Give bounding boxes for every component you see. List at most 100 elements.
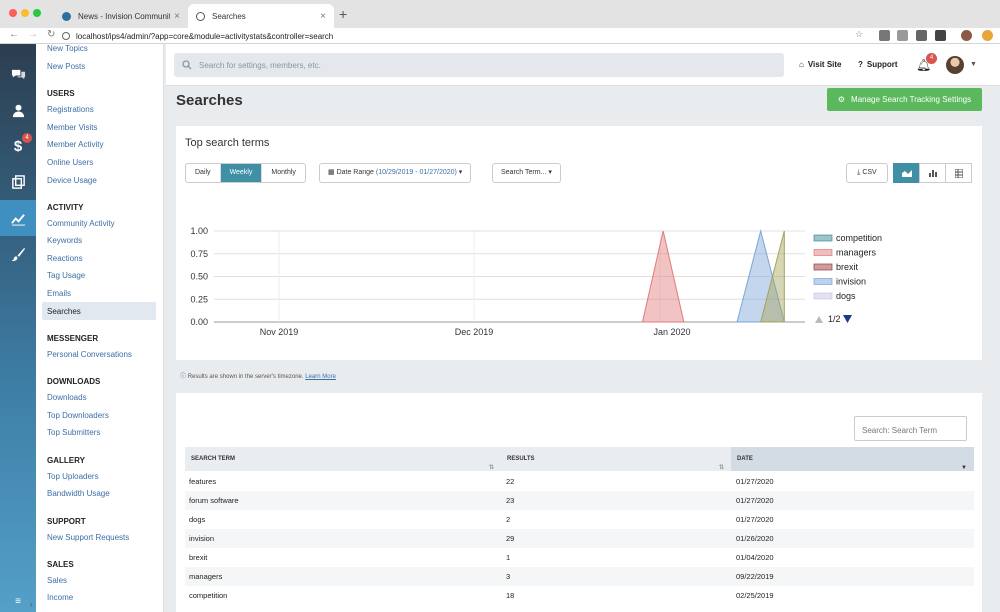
- user-avatar[interactable]: [946, 56, 964, 74]
- sidebar-item-personal-conversations[interactable]: Personal Conversations: [47, 350, 132, 359]
- nav-customization[interactable]: [0, 236, 36, 272]
- sidebar-heading-gallery: GALLERY: [47, 456, 85, 465]
- area-chart-view-button[interactable]: [893, 163, 920, 183]
- admin-search-input[interactable]: Search for settings, members, etc.: [174, 53, 784, 77]
- cell-results: 29: [506, 534, 515, 543]
- column-header-date[interactable]: DATE ▼: [731, 447, 974, 471]
- extension-icon[interactable]: [916, 30, 927, 41]
- sidebar-item-reactions[interactable]: Reactions: [47, 254, 83, 263]
- manage-search-tracking-button[interactable]: ⚙ Manage Search Tracking Settings: [827, 88, 982, 111]
- chat-bubbles-icon: [11, 69, 25, 79]
- sidebar-item-member-activity[interactable]: Member Activity: [47, 140, 103, 149]
- csv-download-button[interactable]: ⤓ CSV: [846, 163, 888, 183]
- weekly-button[interactable]: Weekly: [220, 164, 263, 182]
- sidebar-item-income[interactable]: Income: [47, 593, 73, 602]
- nav-stats[interactable]: [0, 200, 36, 236]
- gear-icon: ⚙: [837, 95, 846, 104]
- panel-title: Top search terms: [185, 137, 270, 149]
- sidebar-item-tag-usage[interactable]: Tag Usage: [47, 271, 85, 280]
- invision-favicon-icon: [62, 11, 71, 21]
- legend-next-icon[interactable]: [843, 315, 852, 323]
- sidebar-item-device-usage[interactable]: Device Usage: [47, 176, 97, 185]
- nav-content[interactable]: [0, 164, 36, 200]
- sidebar-item-new-topics[interactable]: New Topics: [47, 44, 88, 53]
- y-tick-label: 0.75: [190, 249, 208, 259]
- nav-members[interactable]: [0, 92, 36, 128]
- sidebar-item-top-submitters[interactable]: Top Submitters: [47, 428, 100, 437]
- maximize-window-button[interactable]: [33, 9, 41, 17]
- table-icon: [954, 168, 963, 178]
- table-header: SEARCH TERM ⇅ RESULTS ⇅ DATE ▼: [185, 447, 974, 471]
- extension-icon[interactable]: [897, 30, 908, 41]
- cell-search-term: features: [189, 477, 217, 486]
- daily-button[interactable]: Daily: [186, 164, 221, 182]
- extension-icon[interactable]: [935, 30, 946, 41]
- browser-tab-strip: News - Invision Community × Searches × +: [0, 0, 1000, 28]
- table-row: brexit 1 01/04/2020: [185, 548, 974, 567]
- nav-commerce[interactable]: $ 4: [0, 128, 36, 164]
- browser-tab-searches[interactable]: Searches ×: [188, 4, 334, 28]
- sidebar-item-top-downloaders[interactable]: Top Downloaders: [47, 411, 109, 420]
- browser-tab-news[interactable]: News - Invision Community ×: [54, 4, 188, 28]
- sidebar-item-downloads[interactable]: Downloads: [47, 393, 87, 402]
- notification-count-badge: 4: [926, 53, 937, 64]
- sidebar-item-bandwidth-usage[interactable]: Bandwidth Usage: [47, 489, 110, 498]
- bar-chart-icon: [928, 170, 937, 177]
- tab-title: Searches: [212, 11, 246, 21]
- collapse-sidebar-icon[interactable]: ‹: [30, 600, 33, 609]
- sidebar-item-new-support-requests[interactable]: New Support Requests: [47, 533, 129, 542]
- bar-chart-view-button[interactable]: [919, 163, 946, 183]
- sidebar-item-sales[interactable]: Sales: [47, 576, 67, 585]
- sidebar-heading-users: USERS: [47, 89, 75, 98]
- search-terms-area-chart: 0.00 0.25 0.50 0.75 1.00 Nov 2019 Dec 2019 Jan …: [190, 226, 882, 337]
- extension-icon[interactable]: [879, 30, 890, 41]
- sidebar-item-online-users[interactable]: Online Users: [47, 158, 93, 167]
- date-range-dropdown[interactable]: ▦ Date Range (10/29/2019 - 01/27/2020) ▾: [319, 163, 472, 183]
- url-field[interactable]: localhost/ips4/admin/?app=core&module=ac…: [62, 29, 882, 43]
- table-row: features 22 01/27/2020: [185, 472, 974, 491]
- chevron-down-icon[interactable]: ▼: [970, 61, 977, 68]
- table-search-input[interactable]: Search: Search Term: [854, 416, 967, 441]
- close-tab-icon[interactable]: ×: [320, 11, 326, 22]
- sidebar-item-keywords[interactable]: Keywords: [47, 236, 82, 245]
- column-header-results[interactable]: RESULTS ⇅: [501, 447, 731, 471]
- cell-date: 01/04/2020: [736, 553, 774, 562]
- caret-down-icon: ▾: [458, 169, 463, 176]
- extension-icon[interactable]: [982, 30, 993, 41]
- reload-icon[interactable]: ↻: [47, 29, 55, 40]
- legend-swatch: [813, 278, 833, 285]
- sidebar-item-community-activity[interactable]: Community Activity: [47, 219, 115, 228]
- column-header-search-term[interactable]: SEARCH TERM ⇅: [185, 447, 501, 471]
- sidebar-item-searches[interactable]: Searches: [47, 307, 81, 316]
- learn-more-link[interactable]: Learn More: [305, 374, 336, 380]
- x-tick-label: Dec 2019: [455, 327, 494, 337]
- table-view-button[interactable]: [945, 163, 972, 183]
- sidebar-item-member-visits[interactable]: Member Visits: [47, 123, 98, 132]
- legend-swatch: [813, 249, 833, 256]
- sidebar-item-emails[interactable]: Emails: [47, 289, 71, 298]
- sidebar-item-new-posts[interactable]: New Posts: [47, 62, 85, 71]
- close-window-button[interactable]: [9, 9, 17, 17]
- back-arrow-icon[interactable]: ←: [9, 29, 19, 40]
- table-row: invision 29 01/26/2020: [185, 529, 974, 548]
- search-term-dropdown[interactable]: Search Term... ▾: [492, 163, 561, 183]
- support-label: Support: [866, 60, 898, 69]
- support-link[interactable]: ? Support: [858, 60, 898, 69]
- visit-site-link[interactable]: ⌂ Visit Site: [799, 60, 842, 69]
- y-tick-label: 0.50: [190, 272, 208, 282]
- cell-date: 01/26/2020: [736, 534, 774, 543]
- minimize-window-button[interactable]: [21, 9, 29, 17]
- copy-pages-icon: [11, 174, 25, 189]
- nav-community[interactable]: [0, 56, 36, 92]
- monthly-button[interactable]: Monthly: [262, 164, 305, 182]
- bookmark-star-icon[interactable]: ☆: [855, 29, 863, 40]
- profile-avatar-icon[interactable]: [961, 30, 972, 41]
- sidebar-item-registrations[interactable]: Registrations: [47, 105, 94, 114]
- table-row: managers 3 09/22/2019: [185, 567, 974, 586]
- forward-arrow-icon[interactable]: →: [28, 29, 38, 40]
- close-tab-icon[interactable]: ×: [174, 11, 180, 22]
- new-tab-button[interactable]: +: [339, 6, 347, 22]
- cell-search-term: managers: [189, 572, 223, 581]
- cell-results: 1: [506, 553, 511, 562]
- sidebar-item-top-uploaders[interactable]: Top Uploaders: [47, 472, 99, 481]
